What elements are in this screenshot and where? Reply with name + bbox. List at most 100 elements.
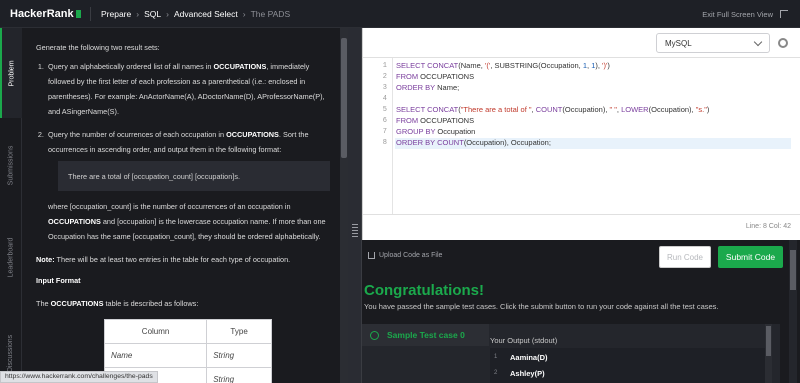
table-name: OCCUPATIONS (50, 299, 104, 308)
result-title: Congratulations! (364, 282, 484, 299)
problem-item-2: Query the number of ocurrences of each o… (46, 127, 330, 244)
breadcrumb-current: The PADS (250, 8, 291, 19)
divider (90, 6, 91, 21)
logo-mark-icon (75, 9, 81, 18)
problem-intro: Generate the following two result sets: (36, 43, 160, 52)
line-number: 4 (382, 95, 387, 103)
text: Query the number of ocurrences of each o… (48, 130, 227, 139)
side-tabs: Problem Submissions Leaderboard Discussi… (0, 28, 22, 383)
right-panel-scrollbar[interactable] (789, 240, 797, 383)
line-numbers: 1 2 3 4 5 6 7 8 (363, 58, 393, 214)
language-value: MySQL (665, 39, 692, 48)
note-text: There will be at least two entries in th… (54, 255, 291, 264)
code-editor[interactable]: 1 2 3 4 5 6 7 8 SELECT CONCAT(Name, '(',… (363, 58, 800, 214)
problem-scrollbar[interactable] (340, 28, 348, 383)
line-number: 5 (382, 106, 387, 114)
scrollbar-thumb[interactable] (341, 38, 347, 158)
editor-status-bar: Line: 8 Col: 42 (363, 214, 800, 240)
run-code-button[interactable]: Run Code (659, 246, 711, 268)
line-number: 6 (382, 117, 387, 125)
output-line-number: 2 (494, 370, 498, 376)
editor-toolbar: MySQL (363, 28, 800, 58)
format-explanation: where [occupation_count] is the number o… (48, 199, 330, 244)
problem-list: Query an alphabetically ordered list of … (36, 59, 330, 244)
text: Query an alphabetically ordered list of … (48, 62, 214, 71)
action-bar: Upload Code as File Run Code Submit Code (362, 240, 800, 276)
table-name: OCCUPATIONS (48, 217, 101, 226)
output-line-number: 1 (494, 354, 498, 360)
code-editor-panel: MySQL 1 2 3 4 5 6 7 8 SELECT CONCAT(Name… (362, 28, 800, 240)
line-number: 2 (382, 73, 387, 81)
table-cell: String (206, 367, 272, 383)
test-results: Sample Test case 0 Your Output (stdout) … (362, 324, 780, 383)
cursor-position: Line: 8 Col: 42 (745, 223, 791, 230)
column-header: Column (103, 319, 208, 344)
problem-statement: Generate the following two result sets: … (23, 28, 340, 383)
tab-label: Problem (8, 59, 16, 87)
code-line-7: GROUP BY Occupation (396, 127, 476, 136)
testcase-label: Sample Test case 0 (387, 330, 465, 340)
panel-resizer[interactable] (348, 28, 362, 383)
text: where [occupation_count] is the number o… (48, 202, 291, 211)
breadcrumb-sql[interactable]: SQL (144, 9, 161, 19)
tab-label: Leaderboard (7, 237, 15, 277)
table-cell: Name (103, 343, 208, 368)
hackerrank-logo[interactable]: HackerRank (0, 0, 90, 27)
scrollbar-thumb[interactable] (790, 250, 796, 290)
upload-icon (368, 252, 375, 259)
upload-code-link[interactable]: Upload Code as File (368, 252, 442, 259)
code-line-3: ORDER BY Name; (396, 83, 460, 92)
text: The (36, 299, 51, 308)
type-header: Type (206, 319, 272, 344)
result-panel: Congratulations! You have passed the sam… (362, 276, 800, 383)
output-line: Ashley(P) (510, 369, 545, 378)
upload-label: Upload Code as File (379, 252, 443, 259)
table-name: OCCUPATIONS (226, 130, 279, 139)
language-select[interactable]: MySQL (656, 33, 770, 53)
code-line-2: FROM OCCUPATIONS (396, 72, 475, 81)
tab-label: Submissions (7, 145, 15, 185)
link-url-tooltip: https://www.hackerrank.com/challenges/th… (0, 371, 158, 383)
line-number: 7 (382, 128, 387, 136)
tab-submissions[interactable]: Submissions (0, 120, 22, 210)
code-line-1: SELECT CONCAT(Name, '(', SUBSTRING(Occup… (396, 61, 610, 70)
line-number: 8 (382, 139, 387, 147)
table-cell: String (206, 343, 272, 368)
exit-fullscreen-link[interactable]: Exit Full Screen View (702, 10, 773, 19)
note: Note: There will be at least two entries… (36, 252, 330, 267)
code-line-6: FROM OCCUPATIONS (396, 116, 475, 125)
logo-text: HackerRank (10, 7, 74, 20)
code-line-5: SELECT CONCAT("There are a total of ", C… (396, 105, 710, 114)
tab-problem[interactable]: Problem (0, 28, 22, 118)
problem-item-1: Query an alphabetically ordered list of … (46, 59, 330, 119)
table-header-row: Column Type (103, 319, 272, 344)
note-label: Note: (36, 255, 55, 264)
breadcrumb-separator: › (166, 8, 169, 19)
testcase-tab[interactable]: Sample Test case 0 (362, 324, 489, 346)
tab-leaderboard[interactable]: Leaderboard (0, 212, 22, 302)
drag-handle-icon[interactable] (352, 224, 358, 238)
line-number: 3 (382, 84, 387, 92)
input-format-heading: Input Format (36, 276, 81, 285)
breadcrumb-separator: › (136, 8, 140, 19)
stdout-box: 1 Aamina(D) 2 Ashley(P) (490, 348, 772, 383)
output-scrollbar[interactable] (765, 324, 772, 383)
text: table is described as follows: (103, 299, 199, 308)
fullscreen-icon[interactable] (780, 10, 788, 18)
breadcrumb-prepare[interactable]: Prepare (101, 9, 131, 19)
table-row: Name String (103, 343, 272, 368)
check-circle-icon (370, 330, 379, 340)
tab-label: Discussions (7, 334, 15, 372)
breadcrumb-advanced-select[interactable]: Advanced Select (174, 9, 238, 19)
line-number: 1 (382, 62, 387, 70)
chevron-down-icon (753, 37, 763, 47)
submit-code-button[interactable]: Submit Code (718, 246, 783, 268)
gear-icon[interactable] (778, 38, 788, 48)
table-description: The OCCUPATIONS table is described as fo… (36, 296, 330, 311)
breadcrumb: Prepare › SQL › Advanced Select › The PA… (101, 9, 290, 19)
table-name: OCCUPATIONS (213, 62, 267, 71)
scrollbar-thumb[interactable] (766, 326, 771, 356)
stdout-label: Your Output (stdout) (490, 336, 558, 345)
format-box: There are a total of [occupation_count] … (58, 161, 330, 191)
